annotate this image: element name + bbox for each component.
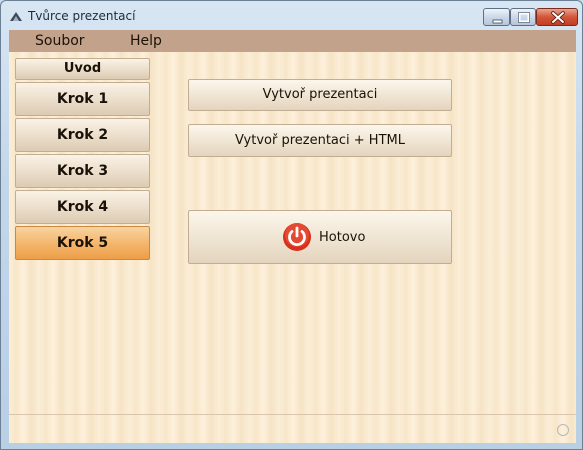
create-presentation-button[interactable]: Vytvoř prezentaci bbox=[188, 79, 452, 111]
close-icon bbox=[551, 11, 565, 24]
resize-grip-icon[interactable] bbox=[557, 424, 569, 436]
done-button[interactable]: Hotovo bbox=[188, 210, 452, 264]
menu-soubor[interactable]: Soubor bbox=[35, 33, 85, 49]
step-krok-2-button[interactable]: Krok 2 bbox=[15, 118, 150, 152]
step-krok-5-button[interactable]: Krok 5 bbox=[15, 226, 150, 260]
menu-bar: Soubor Help bbox=[9, 30, 576, 52]
done-button-label: Hotovo bbox=[319, 230, 366, 245]
title-bar[interactable]: Tvůrce prezentací bbox=[1, 1, 582, 30]
close-button[interactable] bbox=[536, 8, 578, 26]
step-uvod-button[interactable]: Uvod bbox=[15, 58, 150, 80]
power-icon bbox=[283, 223, 311, 251]
maximize-icon bbox=[518, 12, 530, 23]
menu-help[interactable]: Help bbox=[130, 33, 162, 49]
step-krok-1-button[interactable]: Krok 1 bbox=[15, 82, 150, 116]
maximize-button[interactable] bbox=[510, 8, 536, 26]
minimize-button[interactable] bbox=[483, 8, 510, 26]
minimize-icon bbox=[492, 19, 503, 24]
app-icon bbox=[10, 12, 22, 21]
client-area: Uvod Krok 1 Krok 2 Krok 3 Krok 4 Krok 5 … bbox=[9, 52, 576, 443]
app-window: Tvůrce prezentací Soubor Help Uvod Krok … bbox=[0, 0, 583, 450]
step-krok-4-button[interactable]: Krok 4 bbox=[15, 190, 150, 224]
step-krok-3-button[interactable]: Krok 3 bbox=[15, 154, 150, 188]
create-presentation-html-button[interactable]: Vytvoř prezentaci + HTML bbox=[188, 124, 452, 157]
status-bar-divider bbox=[9, 414, 576, 415]
window-title: Tvůrce prezentací bbox=[28, 9, 136, 23]
